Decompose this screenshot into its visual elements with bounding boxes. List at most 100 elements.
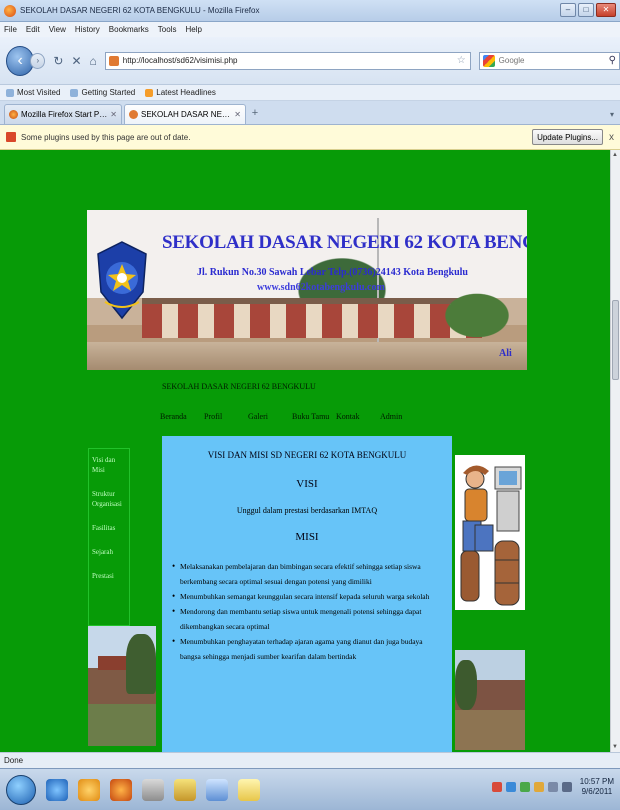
banner-tree xyxy=(437,288,517,343)
side-menu-prestasi[interactable]: Prestasi xyxy=(92,571,126,581)
tray-icon[interactable] xyxy=(505,782,516,792)
update-plugins-button[interactable]: Update Plugins... xyxy=(532,129,603,145)
photo-tree xyxy=(455,660,477,710)
nav-kontak[interactable]: Kontak xyxy=(336,412,380,421)
document-icon[interactable] xyxy=(206,778,228,801)
tut-wuri-handayani-logo xyxy=(97,241,147,320)
misi-heading: MISI xyxy=(295,531,319,543)
status-bar: Done xyxy=(0,752,620,768)
tab-list-icon[interactable]: ▾ xyxy=(610,110,614,119)
bookmark-label: Getting Started xyxy=(81,88,136,97)
main-content: VISI DAN MISI SD NEGERI 62 KOTA BENGKULU… xyxy=(162,436,452,752)
paint-icon[interactable] xyxy=(174,778,196,801)
menu-history[interactable]: History xyxy=(75,25,100,34)
url-input[interactable] xyxy=(122,56,423,65)
school-photo-right xyxy=(455,650,525,750)
side-menu-visi-misi[interactable]: Visi dan Misi xyxy=(92,455,126,475)
close-notification-icon[interactable]: x xyxy=(609,132,614,143)
site-favicon xyxy=(129,110,138,119)
search-bar[interactable]: ⚲ xyxy=(478,51,620,70)
scrollbar-thumb[interactable] xyxy=(612,300,619,380)
bookmark-most-visited[interactable]: Most Visited xyxy=(6,88,60,97)
bookmark-latest-headlines[interactable]: Latest Headlines xyxy=(145,88,216,97)
bookmark-getting-started[interactable]: Getting Started xyxy=(70,88,135,97)
banner-address: Jl. Rukun No.30 Sawah Lebar Telp.(0736)2… xyxy=(197,267,468,278)
tab-start-page[interactable]: Mozilla Firefox Start Page ✕ xyxy=(4,104,122,124)
forward-button[interactable]: › xyxy=(30,52,46,69)
tray-icon[interactable] xyxy=(519,782,530,792)
computer-user-clipart xyxy=(455,455,525,610)
plugin-warning-icon xyxy=(6,132,16,142)
page-viewport: SEKOLAH DASAR NEGERI 62 KOTA BENGKULU Jl… xyxy=(0,150,610,752)
address-bar[interactable]: ☆ xyxy=(104,51,471,70)
search-input[interactable] xyxy=(498,56,609,65)
bookmark-label: Most Visited xyxy=(17,88,61,97)
google-icon[interactable] xyxy=(482,54,495,67)
scroll-up-icon[interactable]: ▲ xyxy=(612,152,618,158)
menu-tools[interactable]: Tools xyxy=(158,25,177,34)
home-icon[interactable]: ⌂ xyxy=(90,54,97,68)
internet-explorer-icon[interactable] xyxy=(46,778,68,801)
visi-heading: VISI xyxy=(296,478,318,490)
new-tab-button[interactable]: + xyxy=(248,107,262,121)
banner-title: SEKOLAH DASAR NEGERI 62 KOTA BENGKULU xyxy=(162,232,527,253)
bookmarks-toolbar: Most Visited Getting Started Latest Head… xyxy=(0,85,620,101)
nav-beranda[interactable]: Beranda xyxy=(160,412,204,421)
window-controls: – □ ✕ xyxy=(560,3,616,17)
menu-bookmarks[interactable]: Bookmarks xyxy=(109,25,149,34)
window-titlebar: SEKOLAH DASAR NEGERI 62 KOTA BENGKULU - … xyxy=(0,0,620,22)
menu-help[interactable]: Help xyxy=(185,25,201,34)
school-building xyxy=(142,298,482,338)
content-heading: VISI DAN MISI SD NEGERI 62 KOTA BENGKULU xyxy=(207,450,407,460)
side-menu-struktur[interactable]: Struktur Organisasi xyxy=(92,489,126,509)
page-scrollbar[interactable]: ▲ ▼ xyxy=(610,150,620,752)
misi-item: Menumbuhkan semangat keunggulan secara i… xyxy=(172,589,442,604)
reload-icon[interactable]: ↻ xyxy=(53,54,63,68)
tray-icon[interactable] xyxy=(491,782,502,792)
schoolyard xyxy=(87,342,527,370)
menu-edit[interactable]: Edit xyxy=(26,25,40,34)
close-tab-icon[interactable]: ✕ xyxy=(110,110,117,119)
side-menu-fasilitas[interactable]: Fasilitas xyxy=(92,523,126,533)
tab-sekolah[interactable]: SEKOLAH DASAR NEGERI 62 KOT... ✕ xyxy=(124,104,246,124)
minimize-button[interactable]: – xyxy=(560,3,576,17)
windows-taskbar: 10:57 PM 9/6/2011 xyxy=(0,768,620,810)
stop-icon[interactable]: ✕ xyxy=(71,54,81,68)
menu-file[interactable]: File xyxy=(4,25,17,34)
network-icon[interactable] xyxy=(547,782,558,792)
volume-icon[interactable] xyxy=(561,782,572,792)
maximize-button[interactable]: □ xyxy=(578,3,594,17)
misi-item: Mendorong dan membantu setiap siswa untu… xyxy=(172,604,442,634)
scroll-down-icon[interactable]: ▼ xyxy=(612,744,618,750)
folder-icon[interactable] xyxy=(78,778,100,801)
banner-website: www.sdn62kotabengkulu.com xyxy=(257,282,385,293)
plugin-notification-bar: Some plugins used by this page are out o… xyxy=(0,125,620,150)
bookmark-star-icon[interactable]: ☆ xyxy=(457,55,466,66)
site-name: SEKOLAH DASAR NEGERI 62 BENGKULU xyxy=(162,382,316,391)
firefox-icon[interactable] xyxy=(110,778,132,801)
tab-bar: Mozilla Firefox Start Page ✕ SEKOLAH DAS… xyxy=(0,101,620,125)
close-button[interactable]: ✕ xyxy=(596,3,616,17)
site-favicon xyxy=(108,55,119,66)
tray-icon[interactable] xyxy=(533,782,544,792)
nav-admin[interactable]: Admin xyxy=(380,412,424,421)
misi-item: Menumbuhkan penghayatan terhadap ajaran … xyxy=(172,634,442,664)
search-icon[interactable]: ⚲ xyxy=(609,55,616,66)
tab-label: Mozilla Firefox Start Page xyxy=(21,110,108,119)
side-menu-sejarah[interactable]: Sejarah xyxy=(92,547,126,557)
menu-bar: File Edit View History Bookmarks Tools H… xyxy=(0,22,620,37)
nav-buku-tamu[interactable]: Buku Tamu xyxy=(292,412,336,421)
tab-label: SEKOLAH DASAR NEGERI 62 KOT... xyxy=(141,110,231,119)
navigation-toolbar: ‹ › ↻ ✕ ⌂ ☆ ⚲ xyxy=(0,37,620,85)
start-button[interactable] xyxy=(6,774,36,805)
menu-view[interactable]: View xyxy=(49,25,66,34)
nav-profil[interactable]: Profil xyxy=(204,412,248,421)
close-tab-icon[interactable]: ✕ xyxy=(234,110,241,119)
notepad-icon[interactable] xyxy=(238,778,260,801)
taskbar-clock[interactable]: 10:57 PM 9/6/2011 xyxy=(580,777,614,797)
app-icon[interactable] xyxy=(142,778,164,801)
bookmark-label: Latest Headlines xyxy=(156,88,216,97)
nav-galeri[interactable]: Galeri xyxy=(248,412,292,421)
clock-date: 9/6/2011 xyxy=(581,787,613,796)
school-banner: SEKOLAH DASAR NEGERI 62 KOTA BENGKULU Jl… xyxy=(87,210,527,370)
